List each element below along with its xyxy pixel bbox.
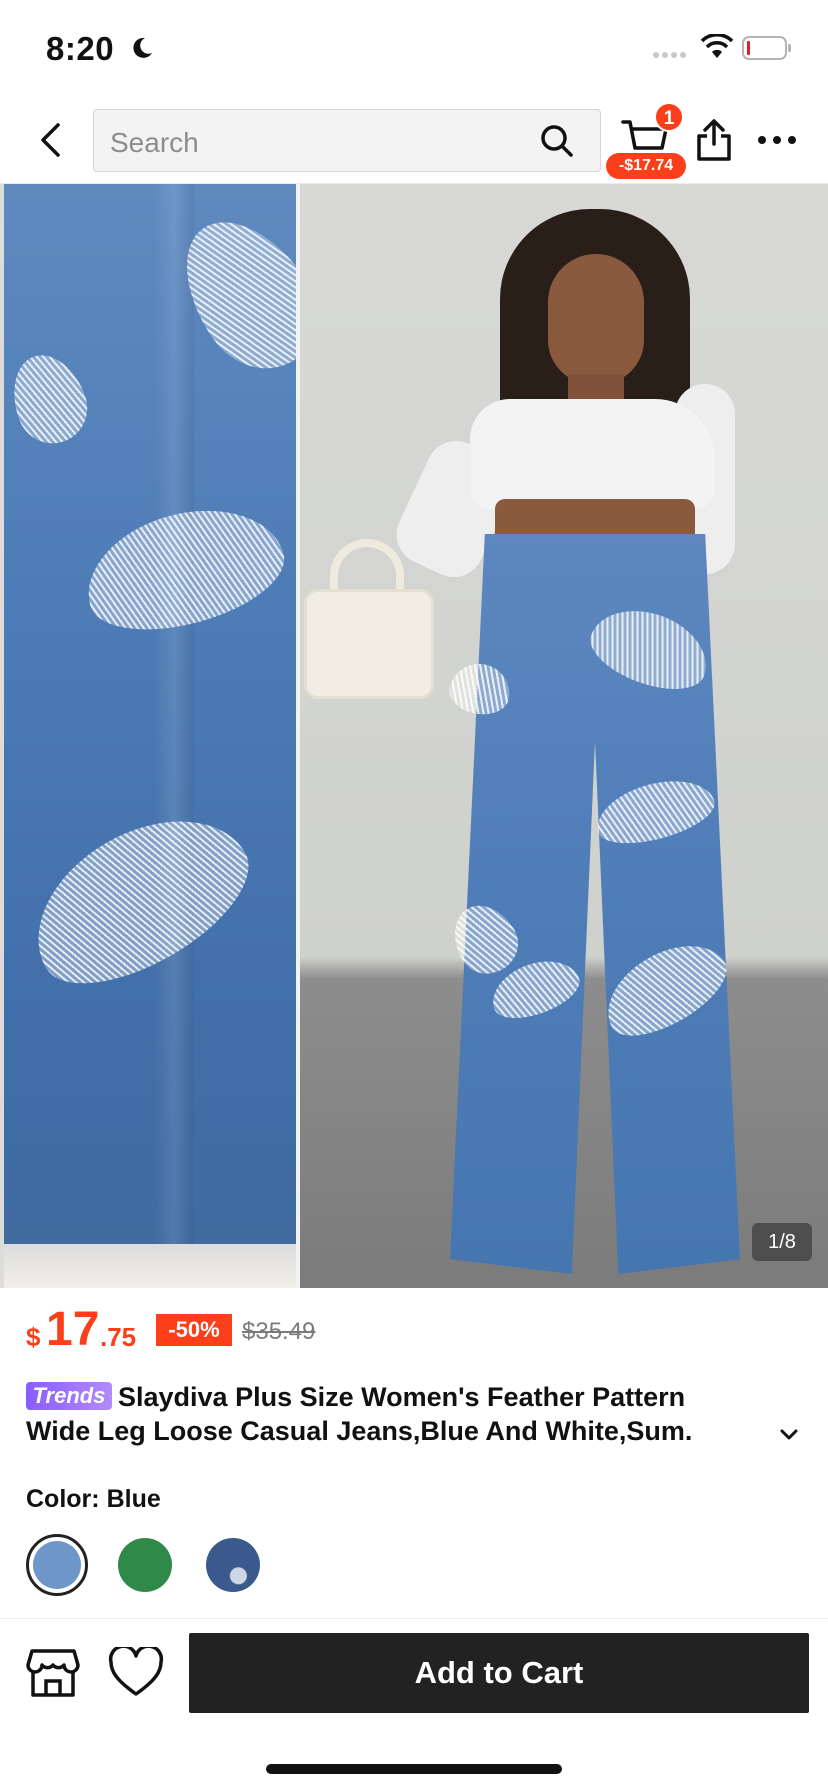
store-icon[interactable] <box>26 1647 80 1699</box>
price-integer: 17 <box>46 1303 100 1356</box>
product-title[interactable]: Trends Slaydiva Plus Size Women's Feather… <box>26 1380 786 1448</box>
color-selected-value: Blue <box>106 1485 161 1513</box>
product-title-line2: Wide Leg Loose Casual Jeans,Blue And Whi… <box>26 1416 693 1446</box>
top-navigation-bar: Search 1 -$17.74 <box>0 98 828 184</box>
color-swatch-blue[interactable] <box>26 1534 88 1596</box>
color-swatch-green[interactable] <box>118 1538 172 1592</box>
product-image-gallery[interactable]: 1/8 <box>0 184 828 1288</box>
more-icon[interactable] <box>758 128 804 152</box>
heart-icon[interactable] <box>108 1647 164 1699</box>
product-image-detail <box>4 184 296 1288</box>
search-placeholder: Search <box>110 127 199 158</box>
search-icon[interactable] <box>540 124 574 158</box>
original-price: $35.49 <box>242 1318 316 1345</box>
price-row: $ 17 .75 -50% $35.49 <box>26 1302 806 1362</box>
share-icon[interactable] <box>694 118 734 162</box>
cellular-signal-icon <box>653 52 686 58</box>
price-currency: $ <box>26 1322 41 1352</box>
image-page-indicator: 1/8 <box>752 1223 812 1261</box>
back-button[interactable] <box>30 118 70 162</box>
chevron-left-icon <box>41 123 60 157</box>
discount-badge: -50% <box>156 1314 232 1346</box>
battery-icon <box>742 36 791 60</box>
search-input[interactable]: Search <box>93 109 601 172</box>
chevron-down-icon[interactable] <box>776 1422 802 1448</box>
price-decimal: .75 <box>100 1322 137 1352</box>
color-label: Color: Blue <box>26 1485 161 1514</box>
status-time: 8:20 <box>46 30 115 67</box>
status-bar: 8:20 <box>0 0 828 98</box>
bottom-action-bar: Add to Cart <box>0 1618 828 1714</box>
color-label-key: Color: <box>26 1485 100 1513</box>
color-swatch-navy[interactable] <box>206 1538 260 1592</box>
add-to-cart-button[interactable]: Add to Cart <box>189 1633 809 1713</box>
cart-discount-badge: -$17.74 <box>606 153 686 179</box>
home-indicator[interactable] <box>266 1764 562 1774</box>
moon-icon <box>133 37 152 58</box>
product-image-model <box>300 184 828 1288</box>
wifi-icon <box>700 34 734 58</box>
trends-badge: Trends <box>26 1382 112 1410</box>
product-title-line1: Slaydiva Plus Size Women's Feather Patte… <box>118 1382 686 1412</box>
cart-count-badge: 1 <box>654 102 684 132</box>
